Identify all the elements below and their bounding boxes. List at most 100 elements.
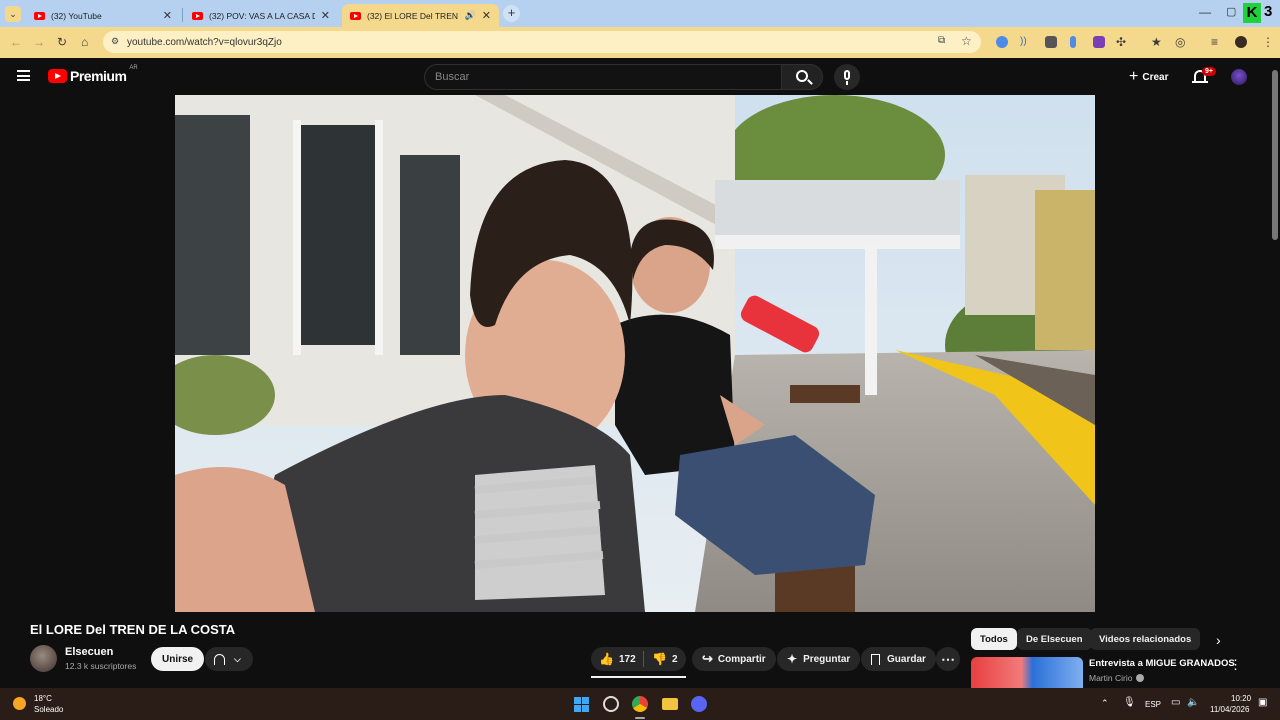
chevron-down-icon: ⌵ [234, 653, 241, 664]
clock-time[interactable]: 10:20 [1231, 694, 1251, 703]
site-info-icon[interactable]: ⚙ [111, 36, 119, 47]
home-icon[interactable]: ⌂ [81, 36, 88, 48]
notification-count-badge: 9+ [1202, 67, 1216, 76]
back-icon[interactable]: ← [10, 36, 22, 48]
youtube-favicon-icon [350, 11, 361, 20]
extension-info-icon[interactable] [1070, 36, 1076, 48]
extension-3-icon[interactable]: 3 [1264, 3, 1272, 20]
performance-icon[interactable]: ◎ [1175, 36, 1185, 48]
address-bar[interactable]: ⚙ youtube.com/watch?v=qlovur3qZjo ⧉ ☆ [103, 31, 981, 53]
thumbs-down-icon: 👎 [652, 652, 667, 666]
extension-purple-icon[interactable] [1093, 36, 1105, 48]
notification-center-icon[interactable]: ▣ [1258, 697, 1267, 708]
subscriber-count: 12.3 k suscriptores [65, 661, 137, 671]
close-tab-icon[interactable]: ✕ [321, 9, 330, 22]
browser-tab-strip: ⌄ (32) YouTube ✕ (32) POV: VAS A LA CASA… [0, 0, 1280, 27]
youtube-favicon-icon [34, 11, 45, 20]
browser-tab[interactable]: (32) YouTube ✕ [26, 4, 180, 27]
browser-tab-active[interactable]: (32) El LORE Del TREN DE L 🔊 ✕ [342, 4, 499, 27]
url-text: youtube.com/watch?v=qlovur3qZjo [127, 36, 282, 48]
new-tab-button[interactable]: + [503, 5, 520, 22]
scrollbar-thumb[interactable] [1272, 70, 1278, 240]
audio-playing-icon[interactable]: 🔊 [465, 10, 476, 21]
minimize-button[interactable]: — [1199, 5, 1211, 19]
chatgpt-app-icon[interactable] [603, 696, 619, 712]
bookmark-icon [871, 653, 880, 665]
weather-sun-icon[interactable] [13, 697, 26, 710]
weather-condition[interactable]: Soleado [34, 705, 63, 714]
bell-icon [214, 653, 225, 665]
more-horizontal-icon: ⋯ [941, 650, 955, 667]
extension-k-icon[interactable]: K [1243, 3, 1261, 23]
share-arrow-icon: ↪ [702, 651, 713, 666]
voice-search-button[interactable] [834, 64, 860, 90]
extension-wave-icon[interactable]: )) [1020, 36, 1032, 48]
account-avatar[interactable] [1231, 69, 1247, 85]
chrome-menu-icon[interactable]: ⋮ [1262, 36, 1274, 48]
share-button[interactable]: ↪ Compartir [692, 647, 776, 671]
verified-icon [1136, 674, 1145, 682]
windows-start-icon[interactable] [574, 697, 589, 712]
related-video-channel: Martin Cirio [1089, 673, 1145, 683]
bookmarks-icon[interactable]: ★ [1151, 36, 1162, 48]
plus-icon: + [1129, 68, 1139, 85]
like-button[interactable]: 👍 172 [591, 652, 643, 666]
weather-temp[interactable]: 18°C [34, 694, 52, 703]
chrome-app-icon[interactable] [632, 696, 648, 712]
related-more-icon[interactable]: ⋮ [1229, 657, 1242, 673]
microphone-icon [844, 70, 850, 80]
search-input[interactable]: Buscar [424, 64, 781, 90]
chrome-active-indicator [635, 717, 645, 719]
chips-next-icon[interactable]: › [1216, 632, 1221, 648]
extension-translate-icon[interactable] [996, 36, 1008, 48]
video-player[interactable] [175, 95, 1095, 612]
browser-tab[interactable]: (32) POV: VAS A LA CASA DE JU ✕ [184, 4, 338, 27]
reload-icon[interactable]: ↻ [57, 36, 67, 48]
profile-avatar[interactable] [1235, 36, 1247, 48]
related-video-title[interactable]: Entrevista a MIGUE GRANADOS [1089, 658, 1235, 669]
file-explorer-icon[interactable] [662, 698, 678, 710]
related-video-thumbnail[interactable] [971, 657, 1083, 688]
dislike-button[interactable]: 👎 2 [644, 652, 678, 666]
close-tab-icon[interactable]: ✕ [163, 9, 172, 22]
input-language[interactable]: ESP [1145, 700, 1161, 709]
windows-taskbar: 18°C Soleado ⌃ 🎙 ESP ▭ 🔈 10:20 11/04/202… [0, 688, 1280, 720]
chip-related-videos[interactable]: Videos relacionados [1090, 628, 1201, 650]
more-actions-button[interactable]: ⋯ [936, 647, 960, 671]
save-button[interactable]: Guardar [861, 647, 936, 671]
like-underline [591, 676, 686, 678]
youtube-favicon-icon [192, 11, 203, 20]
extensions-puzzle-icon[interactable]: ✣ [1116, 36, 1126, 48]
join-button[interactable]: Unirse [151, 647, 205, 671]
discord-app-icon[interactable] [691, 696, 707, 712]
channel-name[interactable]: Elsecuen [65, 646, 113, 658]
forward-icon[interactable]: → [33, 36, 45, 48]
ask-button[interactable]: ✦ Preguntar [777, 647, 861, 671]
notifications-button[interactable]: 9+ [1192, 67, 1216, 86]
network-icon[interactable]: ▭ [1171, 697, 1180, 708]
hamburger-menu-icon[interactable] [17, 70, 30, 81]
chip-from-channel[interactable]: De Elsecuen [1017, 628, 1092, 650]
search-button[interactable] [781, 64, 823, 90]
video-frame-image [175, 95, 1095, 612]
install-app-icon[interactable]: ⧉ [938, 35, 945, 46]
tray-mic-icon[interactable]: 🎙 [1123, 697, 1136, 708]
like-dislike-group: 👍 172 👎 2 [591, 647, 686, 671]
youtube-logo[interactable]: Premium AR [48, 65, 138, 84]
tray-chevron-up-icon[interactable]: ⌃ [1101, 698, 1109, 709]
subscribed-bell-button[interactable]: ⌵ [205, 647, 253, 671]
page-scrollbar[interactable] [1270, 58, 1280, 688]
bookmark-star-icon[interactable]: ☆ [961, 34, 972, 48]
sparkle-icon: ✦ [787, 652, 798, 666]
clock-date[interactable]: 11/04/2026 [1210, 705, 1249, 714]
volume-icon[interactable]: 🔈 [1187, 697, 1199, 708]
extension-screen-icon[interactable] [1045, 36, 1057, 48]
create-button[interactable]: + Crear [1129, 68, 1168, 86]
maximize-button[interactable]: ▢ [1226, 5, 1236, 18]
channel-avatar[interactable] [30, 645, 57, 672]
video-title: El LORE Del TREN DE LA COSTA [30, 622, 236, 637]
reading-list-icon[interactable]: ≡ [1211, 36, 1218, 48]
tab-search-icon[interactable]: ⌄ [5, 6, 21, 22]
chip-all[interactable]: Todos [971, 628, 1017, 650]
close-tab-icon[interactable]: ✕ [482, 9, 491, 22]
